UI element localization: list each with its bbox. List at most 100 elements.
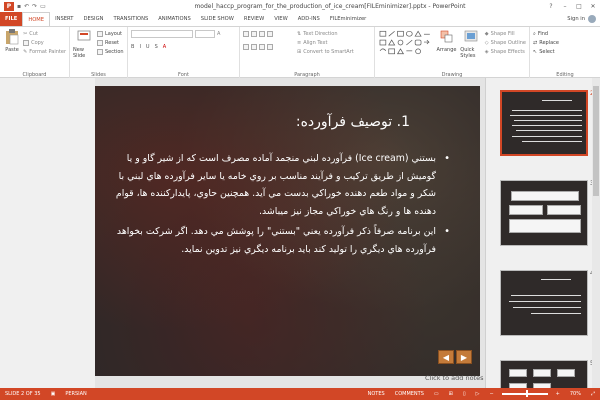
smartart-icon: ⊞ xyxy=(297,48,302,55)
zoom-out-icon[interactable]: − xyxy=(484,391,498,397)
copy-label: Copy xyxy=(31,39,44,46)
slide-body[interactable]: بستني (Ice cream) فرآورده لبني منجمد آما… xyxy=(115,150,450,261)
align-left-icon[interactable] xyxy=(243,43,249,50)
slide-editing-area: 1. توصيف فرآورده: بستني (Ice cream) فرآو… xyxy=(95,78,485,388)
undo-icon[interactable]: ↶ xyxy=(24,3,29,10)
slide-thumbnail[interactable] xyxy=(500,90,588,156)
replace-icon: ⇄ xyxy=(533,39,538,46)
shapes-gallery[interactable] xyxy=(378,29,433,59)
increase-indent-icon[interactable] xyxy=(267,30,273,37)
replace-button[interactable]: ⇄ Replace xyxy=(533,38,597,47)
comments-button[interactable]: COMMENTS xyxy=(390,391,429,397)
tab-animations[interactable]: ANIMATIONS xyxy=(153,12,196,26)
cut-button[interactable]: ✂ Cut xyxy=(23,29,66,38)
tab-design[interactable]: DESIGN xyxy=(78,12,108,26)
slide-thumbnail[interactable] xyxy=(500,270,588,336)
tab-home[interactable]: HOME xyxy=(22,12,51,26)
shape-fill-icon: ◆ xyxy=(484,30,489,37)
shape-outline-button[interactable]: ◇ Shape Outline xyxy=(485,38,526,47)
shape-fill-button[interactable]: ◆ Shape Fill xyxy=(485,29,526,38)
justify-icon[interactable] xyxy=(267,43,273,50)
save-icon[interactable]: ▪ xyxy=(17,3,21,10)
find-icon: ⌕ xyxy=(533,30,536,37)
align-text-button[interactable]: ≡ Align Text xyxy=(297,38,354,47)
numbering-icon[interactable] xyxy=(251,30,257,37)
align-center-icon[interactable] xyxy=(251,43,257,50)
layout-button[interactable]: Layout xyxy=(97,29,124,38)
current-slide[interactable]: 1. توصيف فرآورده: بستني (Ice cream) فرآو… xyxy=(95,86,480,376)
normal-view-icon[interactable]: ▭ xyxy=(429,391,444,397)
arrange-button[interactable]: Arrange xyxy=(436,29,458,59)
select-button[interactable]: ↖ Select xyxy=(533,47,597,56)
bullets-icon[interactable] xyxy=(243,30,249,37)
zoom-slider[interactable] xyxy=(501,391,548,397)
sign-in[interactable]: Sign in xyxy=(567,15,600,23)
find-label: Find xyxy=(537,30,549,37)
reset-button[interactable]: Reset xyxy=(97,38,124,47)
spellcheck-icon[interactable]: ▣ xyxy=(46,391,61,397)
format-painter-button[interactable]: ✎ Format Painter xyxy=(23,47,66,56)
align-right-icon[interactable] xyxy=(259,43,265,50)
italic-button[interactable]: I xyxy=(139,44,140,50)
tab-review[interactable]: REVIEW xyxy=(239,12,269,26)
copy-button[interactable]: Copy xyxy=(23,38,66,47)
fit-to-window-icon[interactable]: ⤢ xyxy=(586,391,600,397)
prev-arrow-icon[interactable]: ◀ xyxy=(438,350,454,364)
help-button[interactable]: ? xyxy=(544,3,558,10)
underline-button[interactable]: U xyxy=(146,44,150,50)
select-label: Select xyxy=(539,48,555,55)
zoom-level[interactable]: 70% xyxy=(565,391,586,397)
quick-styles-button[interactable]: Quick Styles xyxy=(460,29,482,59)
notes-button[interactable]: NOTES xyxy=(363,391,390,397)
scrollbar-thumb[interactable] xyxy=(593,86,599,196)
select-icon: ↖ xyxy=(533,48,538,55)
ribbon-home: Paste ✂ Cut Copy ✎ Format Painter Clipboar… xyxy=(0,26,600,79)
redo-icon[interactable]: ↷ xyxy=(32,3,37,10)
font-size-dropdown[interactable] xyxy=(195,29,215,38)
text-direction-button[interactable]: ⇅ Text Direction xyxy=(297,29,354,38)
paste-button[interactable]: Paste xyxy=(3,29,21,56)
strikethrough-button[interactable]: S xyxy=(155,44,158,50)
shape-effects-button[interactable]: ◈ Shape Effects xyxy=(485,47,526,56)
user-avatar-icon xyxy=(588,15,596,23)
grow-font-icon[interactable]: A xyxy=(217,31,220,37)
slideshow-icon[interactable]: ▷ xyxy=(471,391,485,397)
language-indicator[interactable]: PERSIAN xyxy=(60,391,91,397)
thumbnail-scrollbar[interactable] xyxy=(592,78,600,388)
layout-label: Layout xyxy=(105,30,122,37)
zoom-in-icon[interactable]: + xyxy=(551,391,565,397)
group-font: A B I U S A Font xyxy=(128,27,240,79)
convert-smartart-button[interactable]: ⊞ Convert to SmartArt xyxy=(297,47,354,56)
tab-insert[interactable]: INSERT xyxy=(50,12,78,26)
notes-placeholder[interactable]: Click to add notes xyxy=(425,374,483,382)
slideshow-from-beginning-icon[interactable]: ▭ xyxy=(40,3,46,10)
maximize-button[interactable]: □ xyxy=(572,3,586,10)
window-controls: ? – □ ✕ xyxy=(540,3,600,10)
group-clipboard: Paste ✂ Cut Copy ✎ Format Painter Clipboar… xyxy=(0,27,70,79)
next-arrow-icon[interactable]: ▶ xyxy=(456,350,472,364)
bold-button[interactable]: B xyxy=(131,44,134,50)
cut-icon: ✂ xyxy=(23,30,28,37)
title-bar: P ▪ ↶ ↷ ▭ model_haccp_program_for_the_pr… xyxy=(0,0,600,12)
tab-transitions[interactable]: TRANSITIONS xyxy=(108,12,153,26)
slide-title[interactable]: 1. توصيف فرآورده: xyxy=(296,114,410,130)
close-button[interactable]: ✕ xyxy=(586,3,600,10)
section-button[interactable]: Section xyxy=(97,47,124,56)
shape-effects-label: Shape Effects xyxy=(490,48,525,55)
tab-slide-show[interactable]: SLIDE SHOW xyxy=(196,12,239,26)
slide-sorter-icon[interactable]: ⊞ xyxy=(444,391,458,397)
tab-fileminimizer[interactable]: FILEminimizer xyxy=(325,12,371,26)
slide-thumbnail[interactable] xyxy=(500,180,588,246)
font-name-dropdown[interactable] xyxy=(131,29,193,38)
find-button[interactable]: ⌕ Find xyxy=(533,29,597,38)
tab-view[interactable]: VIEW xyxy=(269,12,293,26)
convert-smartart-label: Convert to SmartArt xyxy=(303,48,354,55)
tab-file[interactable]: FILE xyxy=(0,12,23,26)
reading-view-icon[interactable]: ▯ xyxy=(458,391,471,397)
minimize-button[interactable]: – xyxy=(558,3,572,10)
powerpoint-window: P ▪ ↶ ↷ ▭ model_haccp_program_for_the_pr… xyxy=(0,0,600,400)
tab-add-ins[interactable]: ADD-INS xyxy=(293,12,325,26)
font-color-icon[interactable]: A xyxy=(163,44,166,50)
new-slide-button[interactable]: New Slide xyxy=(73,29,95,59)
decrease-indent-icon[interactable] xyxy=(259,30,265,37)
